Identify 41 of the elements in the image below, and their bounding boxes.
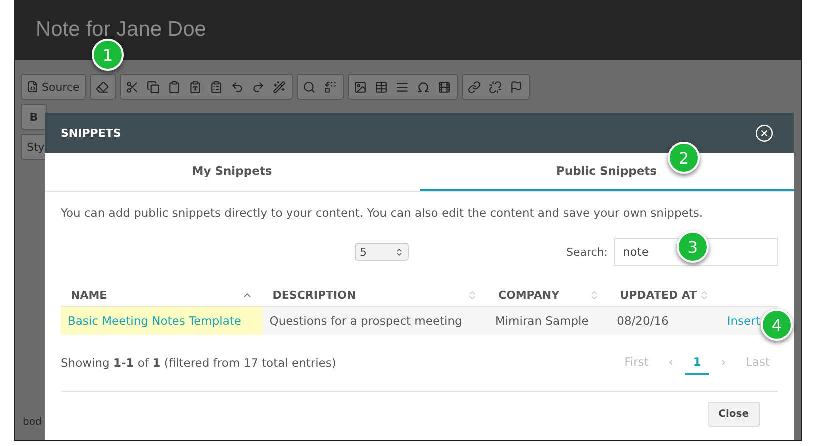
table-cell: Questions for a prospect meeting bbox=[262, 306, 488, 335]
snippet-link[interactable]: Basic Meeting Notes Template bbox=[68, 314, 242, 328]
column-header[interactable]: NAME bbox=[71, 288, 108, 302]
wand-icon bbox=[273, 80, 286, 94]
search-label: Search: bbox=[566, 246, 608, 258]
search-icon bbox=[303, 80, 316, 94]
image-icon bbox=[354, 80, 368, 94]
table-icon bbox=[375, 80, 388, 94]
clipboard-icon bbox=[168, 80, 182, 94]
redo-icon bbox=[252, 80, 266, 94]
flag-icon bbox=[510, 80, 524, 94]
table-cell: 08/20/16 bbox=[610, 306, 720, 335]
film-icon bbox=[438, 80, 452, 94]
unlink-icon bbox=[489, 80, 502, 94]
dialog-title: SNIPPETS bbox=[61, 126, 122, 140]
window-title: Note for Jane Doe bbox=[36, 18, 206, 42]
updown-caret-icon bbox=[395, 248, 404, 256]
table-info: Showing 1-1 of 1 (filtered from 17 total entries) bbox=[61, 356, 336, 370]
omega-icon bbox=[417, 80, 430, 94]
paste-text-icon bbox=[189, 80, 202, 94]
undo-icon bbox=[231, 80, 244, 94]
paste-list-icon bbox=[210, 80, 224, 94]
column-header[interactable]: DESCRIPTION bbox=[272, 288, 356, 302]
close-icon[interactable] bbox=[755, 124, 774, 142]
page-size-select[interactable]: 5 bbox=[355, 243, 409, 261]
column-header[interactable]: UPDATED AT bbox=[620, 288, 698, 302]
page-button[interactable]: 1 bbox=[685, 351, 710, 375]
close-button[interactable]: Close bbox=[708, 402, 760, 427]
step-badge: 1 bbox=[92, 39, 124, 71]
horizontal-line-icon bbox=[396, 80, 410, 94]
replace-icon bbox=[324, 80, 338, 94]
eraser-icon bbox=[96, 80, 110, 94]
intro-text: You can add public snippets directly to your content. You can also edit the content and save your own snippets. bbox=[61, 206, 704, 220]
scissors-icon bbox=[126, 80, 140, 94]
link-icon bbox=[468, 80, 482, 94]
insert-link[interactable]: Insert bbox=[727, 314, 760, 328]
column-header[interactable]: COMPANY bbox=[498, 288, 560, 302]
element-path: bod bbox=[23, 417, 42, 428]
copy-icon bbox=[147, 80, 160, 94]
document-code-icon bbox=[27, 81, 39, 93]
table-cell: Mimiran Sample bbox=[488, 306, 610, 335]
